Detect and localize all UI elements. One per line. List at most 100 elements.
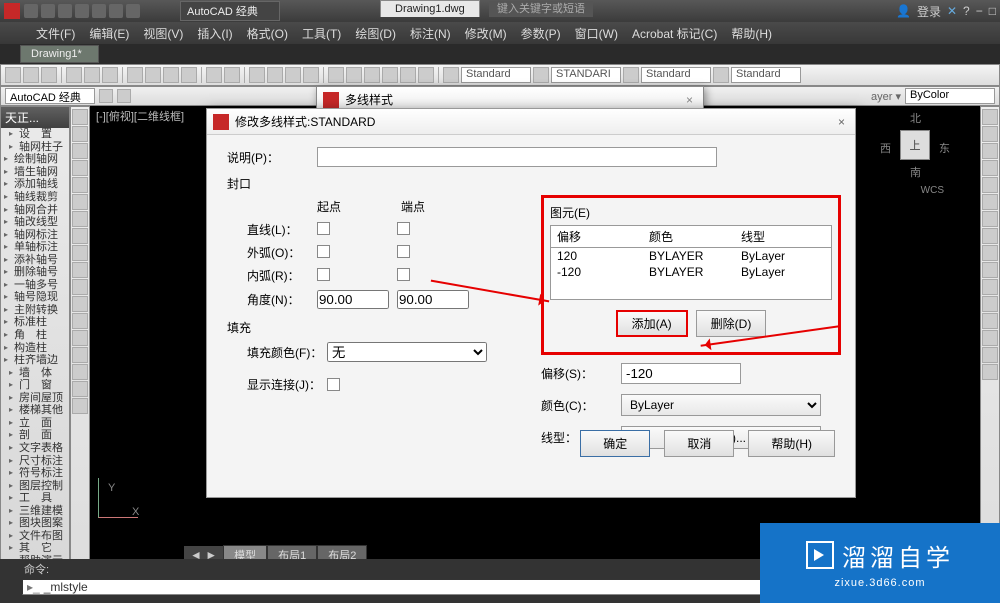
pline-icon[interactable] [72,126,88,142]
lp-item[interactable]: 一轴多号 [1,279,69,292]
break-icon[interactable] [982,296,998,312]
save-icon[interactable] [58,4,72,18]
cut-icon[interactable] [127,67,143,83]
lp-item[interactable]: 文件布图 [1,530,69,543]
textstyle-icon[interactable] [443,67,459,83]
workspace-selector[interactable]: AutoCAD 经典 [180,1,280,21]
close-icon[interactable]: × [682,93,697,107]
revision-icon[interactable] [72,398,88,414]
help-button[interactable]: 帮助(H) [748,430,835,457]
quickcalc-icon[interactable] [418,67,434,83]
cap-line-start-checkbox[interactable] [317,222,330,235]
lp-item[interactable]: 标准柱 [1,316,69,329]
lp-item[interactable]: 立 面 [1,417,69,430]
rotate-icon[interactable] [982,211,998,227]
boundary-icon[interactable] [72,381,88,397]
menu-file[interactable]: 文件(F) [30,23,81,44]
join-icon[interactable] [982,313,998,329]
lp-item[interactable]: 删除轴号 [1,266,69,279]
point-icon[interactable] [72,262,88,278]
search-input[interactable]: 键入关键字或短语 [489,1,593,17]
fillet-icon[interactable] [982,347,998,363]
layer-icon[interactable] [99,89,113,103]
extend-icon[interactable] [982,279,998,295]
document-tab[interactable]: Drawing1* [20,45,99,63]
lp-item[interactable]: 图层控制 [1,479,69,492]
array-icon[interactable] [982,177,998,193]
lp-item[interactable]: 三维建模 [1,504,69,517]
designcenter-icon[interactable] [346,67,362,83]
viewport-label[interactable]: [-][俯视][二维线框] [96,108,184,124]
menu-dimension[interactable]: 标注(N) [404,23,457,44]
lp-item[interactable]: 主附转换 [1,304,69,317]
cap-inarc-end-checkbox[interactable] [397,268,410,281]
lp-item[interactable]: 楼梯其他 [1,404,69,417]
lp-item[interactable]: 剖 面 [1,429,69,442]
menu-edit[interactable]: 编辑(E) [83,23,135,44]
lp-item[interactable]: 符号标注 [1,467,69,480]
redo-icon[interactable] [126,4,140,18]
viewcube-south[interactable]: 南 [910,164,921,180]
polygon-icon[interactable] [72,194,88,210]
redo-icon[interactable] [224,67,240,83]
region-icon[interactable] [72,330,88,346]
menu-format[interactable]: 格式(O) [241,23,294,44]
stretch-icon[interactable] [982,245,998,261]
undo-icon[interactable] [109,4,123,18]
cancel-button[interactable]: 取消 [664,430,734,457]
hatch-icon[interactable] [72,228,88,244]
save-icon[interactable] [41,67,57,83]
viewcube-top[interactable]: 上 [900,130,930,160]
cap-line-end-checkbox[interactable] [397,222,410,235]
properties-icon[interactable] [328,67,344,83]
exchange-icon[interactable]: ✕ [947,4,957,18]
print-icon[interactable] [92,4,106,18]
lp-item[interactable]: 房间屋顶 [1,391,69,404]
offset-icon[interactable] [982,160,998,176]
ellipse-icon[interactable] [72,211,88,227]
delete-button[interactable]: 删除(D) [696,310,767,337]
login-button[interactable]: 登录 [917,3,941,20]
lp-item[interactable]: 轴网合并 [1,203,69,216]
fill-color-select[interactable]: 无 [327,342,487,362]
dimstyle-combo[interactable]: STANDARI [551,67,621,83]
cap-outarc-end-checkbox[interactable] [397,245,410,258]
preview-icon[interactable] [84,67,100,83]
viewcube-wcs[interactable]: WCS [921,185,944,196]
saveas-icon[interactable] [75,4,89,18]
block-icon[interactable] [72,279,88,295]
lp-item[interactable]: 设 置 [1,128,69,141]
new-icon[interactable] [5,67,21,83]
undo-icon[interactable] [206,67,222,83]
offset-input[interactable] [621,363,741,384]
lp-item[interactable]: 文字表格 [1,442,69,455]
minimize-icon[interactable]: − [976,4,983,18]
maximize-icon[interactable]: □ [989,4,996,18]
chamfer-icon[interactable] [982,330,998,346]
mlstyle-combo[interactable]: Standard [731,67,801,83]
trim-icon[interactable] [982,262,998,278]
dimstyle-icon[interactable] [533,67,549,83]
paste-icon[interactable] [163,67,179,83]
move-icon[interactable] [982,194,998,210]
gradient-icon[interactable] [72,364,88,380]
menu-view[interactable]: 视图(V) [137,23,189,44]
menu-draw[interactable]: 绘图(D) [349,23,402,44]
open-icon[interactable] [41,4,55,18]
new-icon[interactable] [24,4,38,18]
lp-item[interactable]: 角 柱 [1,329,69,342]
copy-icon[interactable] [145,67,161,83]
cap-inarc-start-checkbox[interactable] [317,268,330,281]
lp-item[interactable]: 墙生轴网 [1,166,69,179]
menu-parametric[interactable]: 参数(P) [515,23,567,44]
lp-item[interactable]: 柱齐墙边 [1,354,69,367]
lp-item[interactable]: 轴线裁剪 [1,191,69,204]
publish-icon[interactable] [102,67,118,83]
lp-item[interactable]: 绘制轴网 [1,153,69,166]
element-row[interactable]: 120 BYLAYER ByLayer [551,248,831,264]
lp-item[interactable]: 添补轴号 [1,253,69,266]
rect-icon[interactable] [72,177,88,193]
menu-tools[interactable]: 工具(T) [296,23,347,44]
viewcube-north[interactable]: 北 [910,110,921,126]
pan-icon[interactable] [249,67,265,83]
